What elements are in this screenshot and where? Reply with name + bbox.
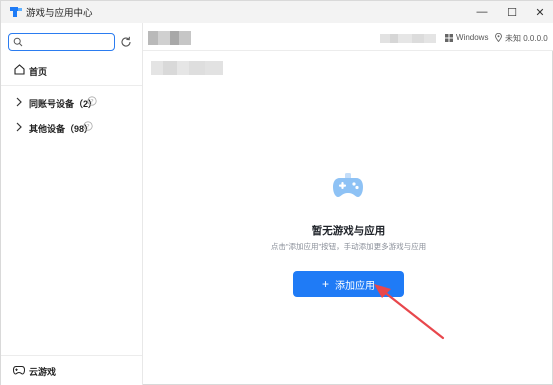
help-icon[interactable]: ?	[87, 96, 97, 106]
divider	[1, 355, 142, 356]
device-header: Windows 未知 0.0.0.0	[143, 23, 553, 51]
sidebar-item-label: 首页	[29, 67, 48, 77]
empty-state-title: 暂无游戏与应用	[311, 225, 386, 237]
divider	[1, 85, 142, 86]
search-box[interactable]	[8, 33, 115, 51]
gamepad-icon	[13, 366, 25, 375]
close-button[interactable]: ✕	[525, 1, 553, 23]
minimize-button[interactable]: —	[467, 1, 497, 23]
device-id-redacted	[380, 34, 436, 43]
help-icon[interactable]: ?	[83, 121, 93, 131]
location-label: 未知 0.0.0.0	[505, 34, 548, 43]
sidebar-group-same-account[interactable]: 同账号设备（2） ?	[1, 92, 142, 112]
refresh-icon[interactable]	[120, 36, 132, 48]
search-input[interactable]	[25, 35, 111, 49]
subheader-redacted	[151, 61, 223, 75]
home-icon	[14, 64, 25, 75]
gamepad-illustration-icon	[333, 173, 363, 197]
annotation-arrow-icon	[374, 284, 445, 340]
sidebar-group-other-devices[interactable]: 其他设备（98） ?	[1, 117, 142, 137]
add-app-button-label: 添加应用	[335, 280, 375, 292]
maximize-button[interactable]: ☐	[497, 1, 527, 23]
search-icon	[13, 37, 23, 47]
chevron-right-icon	[16, 122, 22, 132]
sidebar-item-label: 云游戏	[29, 367, 57, 377]
device-name-redacted	[148, 31, 191, 45]
windows-icon	[445, 34, 453, 42]
empty-state-description: 点击"添加应用"按钮，手动添加更多游戏与应用	[270, 242, 427, 251]
os-label: Windows	[456, 33, 489, 42]
svg-text:?: ?	[86, 122, 89, 130]
sidebar-item-cloud-game[interactable]: 云游戏	[1, 359, 142, 381]
plus-icon: +	[321, 277, 329, 291]
title-bar: 游戏与应用中心 — ☐ ✕	[1, 1, 553, 23]
svg-text:?: ?	[90, 97, 93, 105]
sidebar-item-home[interactable]: 首页	[1, 59, 142, 81]
sidebar: 首页 同账号设备（2） ? 其他设备（98） ? 云游戏	[1, 23, 143, 385]
app-logo-icon	[10, 7, 22, 17]
chevron-right-icon	[16, 97, 22, 107]
window-title: 游戏与应用中心	[26, 8, 93, 19]
location-pin-icon	[495, 33, 502, 42]
